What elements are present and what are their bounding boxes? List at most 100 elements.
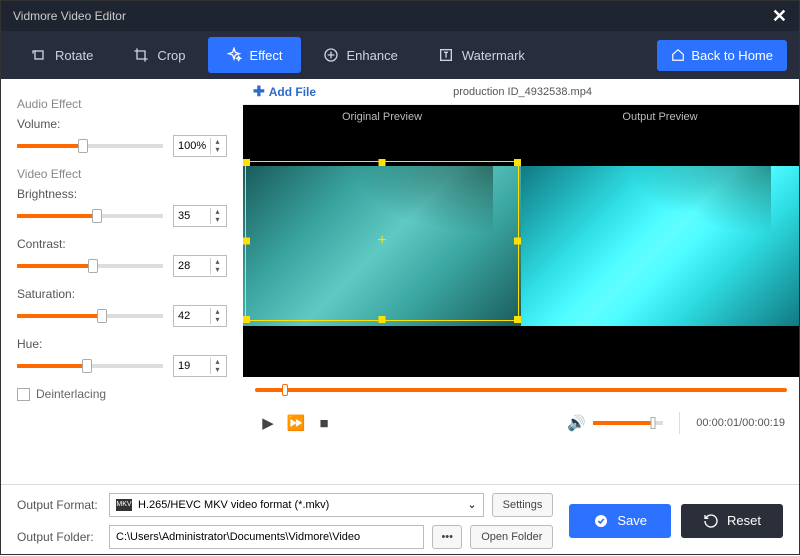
fast-forward-icon: ⏩ bbox=[287, 414, 306, 432]
effect-label: Effect bbox=[250, 48, 283, 63]
output-folder-value: C:\Users\Administrator\Documents\Vidmore… bbox=[116, 531, 360, 543]
volume-spinner[interactable]: ▴▾ bbox=[173, 135, 227, 157]
settings-button[interactable]: Settings bbox=[492, 493, 554, 517]
preview-panes: Original Preview + Output Preview bbox=[243, 105, 799, 377]
reset-label: Reset bbox=[727, 513, 761, 528]
add-file-button[interactable]: ✚ Add File bbox=[253, 83, 316, 100]
timeline-thumb[interactable] bbox=[282, 384, 288, 396]
rotate-tab[interactable]: Rotate bbox=[13, 37, 111, 73]
title-bar: Vidmore Video Editor ✕ bbox=[1, 1, 799, 31]
volume-slider[interactable] bbox=[17, 138, 163, 154]
rotate-label: Rotate bbox=[55, 48, 93, 63]
volume-button[interactable]: 🔊 bbox=[565, 412, 587, 434]
close-icon[interactable]: ✕ bbox=[772, 6, 787, 27]
spin-down-icon[interactable]: ▾ bbox=[211, 366, 224, 374]
format-icon: MKV bbox=[116, 499, 132, 511]
current-file-name: production ID_4932538.mp4 bbox=[326, 86, 719, 98]
volume-playback-slider[interactable] bbox=[593, 421, 663, 425]
ellipsis-icon: ••• bbox=[441, 531, 453, 543]
volume-label: Volume: bbox=[17, 117, 227, 131]
checkbox-icon[interactable] bbox=[17, 388, 30, 401]
effect-tab[interactable]: Effect bbox=[208, 37, 301, 73]
preview-area: ✚ Add File production ID_4932538.mp4 Ori… bbox=[243, 79, 799, 484]
reset-button[interactable]: Reset bbox=[681, 504, 783, 538]
output-format-value: H.265/HEVC MKV video format (*.mkv) bbox=[138, 499, 461, 511]
crop-tab[interactable]: Crop bbox=[115, 37, 203, 73]
play-button[interactable]: ▶ bbox=[257, 412, 279, 434]
crop-handle[interactable] bbox=[379, 316, 386, 323]
contrast-label: Contrast: bbox=[17, 237, 227, 251]
crop-rectangle[interactable]: + bbox=[245, 161, 519, 321]
save-label: Save bbox=[617, 513, 647, 528]
stop-button[interactable]: ■ bbox=[313, 412, 335, 434]
watermark-icon bbox=[438, 47, 454, 63]
brightness-spinner[interactable]: ▴▾ bbox=[173, 205, 227, 227]
stop-icon: ■ bbox=[319, 415, 328, 432]
home-icon bbox=[671, 48, 685, 62]
output-preview: Output Preview bbox=[521, 105, 799, 377]
time-display: 00:00:01/00:00:19 bbox=[696, 417, 785, 429]
open-folder-button[interactable]: Open Folder bbox=[470, 525, 553, 549]
crop-handle[interactable] bbox=[243, 238, 250, 245]
chevron-down-icon: ⌄ bbox=[467, 498, 476, 511]
contrast-slider[interactable] bbox=[17, 258, 163, 274]
contrast-spinner[interactable]: ▴▾ bbox=[173, 255, 227, 277]
video-section-title: Video Effect bbox=[17, 167, 227, 181]
deinterlacing-label: Deinterlacing bbox=[36, 387, 106, 401]
play-icon: ▶ bbox=[262, 414, 274, 432]
app-title: Vidmore Video Editor bbox=[13, 9, 126, 23]
brightness-label: Brightness: bbox=[17, 187, 227, 201]
output-format-select[interactable]: MKV H.265/HEVC MKV video format (*.mkv) … bbox=[109, 493, 484, 517]
crop-handle[interactable] bbox=[514, 316, 521, 323]
hue-slider[interactable] bbox=[17, 358, 163, 374]
brightness-slider[interactable] bbox=[17, 208, 163, 224]
crop-handle[interactable] bbox=[243, 159, 250, 166]
spin-down-icon[interactable]: ▾ bbox=[211, 266, 224, 274]
add-file-label: Add File bbox=[269, 85, 316, 99]
crop-handle[interactable] bbox=[243, 316, 250, 323]
fast-forward-button[interactable]: ⏩ bbox=[285, 412, 307, 434]
hue-spinner[interactable]: ▴▾ bbox=[173, 355, 227, 377]
watermark-label: Watermark bbox=[462, 48, 525, 63]
enhance-tab[interactable]: Enhance bbox=[305, 37, 416, 73]
watermark-tab[interactable]: Watermark bbox=[420, 37, 543, 73]
effect-icon bbox=[226, 47, 242, 63]
saturation-slider[interactable] bbox=[17, 308, 163, 324]
reset-icon bbox=[703, 513, 719, 529]
crop-icon bbox=[133, 47, 149, 63]
save-button[interactable]: Save bbox=[569, 504, 671, 538]
main-toolbar: Rotate Crop Effect Enhance Watermark Bac… bbox=[1, 31, 799, 79]
audio-section-title: Audio Effect bbox=[17, 97, 227, 111]
output-folder-input[interactable]: C:\Users\Administrator\Documents\Vidmore… bbox=[109, 525, 424, 549]
plus-icon: ✚ bbox=[253, 83, 265, 100]
enhance-icon bbox=[323, 47, 339, 63]
output-folder-label: Output Folder: bbox=[17, 530, 101, 544]
back-home-button[interactable]: Back to Home bbox=[657, 40, 787, 71]
deinterlacing-checkbox[interactable]: Deinterlacing bbox=[17, 387, 227, 401]
original-preview-label: Original Preview bbox=[243, 111, 521, 123]
timeline[interactable] bbox=[243, 377, 799, 403]
spin-down-icon[interactable]: ▾ bbox=[211, 316, 224, 324]
crop-handle[interactable] bbox=[379, 159, 386, 166]
browse-folder-button[interactable]: ••• bbox=[432, 525, 462, 549]
output-preview-label: Output Preview bbox=[521, 111, 799, 123]
saturation-spinner[interactable]: ▴▾ bbox=[173, 305, 227, 327]
output-format-label: Output Format: bbox=[17, 498, 101, 512]
hue-label: Hue: bbox=[17, 337, 227, 351]
back-home-label: Back to Home bbox=[691, 48, 773, 63]
crop-handle[interactable] bbox=[514, 159, 521, 166]
crosshair-icon: + bbox=[377, 232, 386, 250]
rotate-icon bbox=[31, 47, 47, 63]
crop-label: Crop bbox=[157, 48, 185, 63]
file-bar: ✚ Add File production ID_4932538.mp4 bbox=[243, 79, 799, 105]
speaker-icon: 🔊 bbox=[567, 414, 586, 432]
original-preview: Original Preview + bbox=[243, 105, 521, 377]
enhance-label: Enhance bbox=[347, 48, 398, 63]
spin-down-icon[interactable]: ▾ bbox=[211, 146, 224, 154]
check-circle-icon bbox=[593, 513, 609, 529]
crop-handle[interactable] bbox=[514, 238, 521, 245]
playback-controls: ▶ ⏩ ■ 🔊 00:00:01/00:00:19 bbox=[243, 403, 799, 443]
spin-down-icon[interactable]: ▾ bbox=[211, 216, 224, 224]
saturation-label: Saturation: bbox=[17, 287, 227, 301]
bottom-bar: Output Format: MKV H.265/HEVC MKV video … bbox=[1, 484, 799, 556]
